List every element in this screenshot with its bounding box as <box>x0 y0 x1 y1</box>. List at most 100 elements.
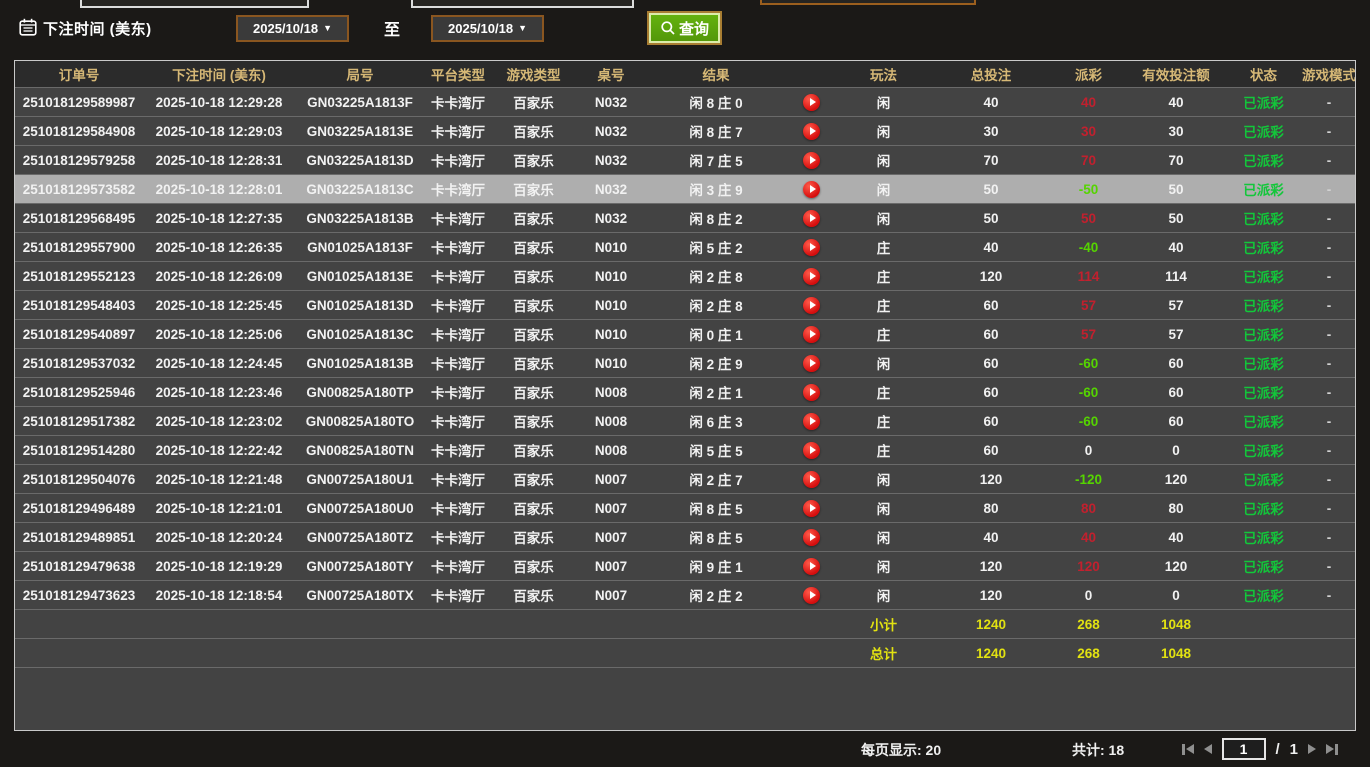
table-no-cell: N007 <box>576 552 646 581</box>
page-number-input[interactable]: 1 <box>1222 738 1266 760</box>
payout-cell: 40 <box>1051 523 1126 552</box>
table-row[interactable]: 251018129537032 2025-10-18 12:24:45 GN01… <box>15 349 1356 378</box>
replay-play-icon[interactable] <box>803 355 820 372</box>
date-to-select[interactable]: 2025/10/18 ▼ <box>431 15 544 42</box>
result-cell: 闲 8 庄 0 <box>646 88 786 117</box>
mode-cell: - <box>1301 407 1356 436</box>
next-page-button[interactable] <box>1308 744 1316 754</box>
replay-play-icon[interactable] <box>803 587 820 604</box>
table-row[interactable]: 251018129479638 2025-10-18 12:19:29 GN00… <box>15 552 1356 581</box>
status-cell: 已派彩 <box>1226 378 1301 407</box>
valid-bet-cell: 40 <box>1126 523 1226 552</box>
time-cell: 2025-10-18 12:25:06 <box>143 320 295 349</box>
table-row[interactable]: 251018129489851 2025-10-18 12:20:24 GN00… <box>15 523 1356 552</box>
replay-cell <box>786 117 836 146</box>
table-row[interactable]: 251018129504076 2025-10-18 12:21:48 GN00… <box>15 465 1356 494</box>
replay-play-icon[interactable] <box>803 500 820 517</box>
replay-play-icon[interactable] <box>803 239 820 256</box>
total-bet-cell: 50 <box>931 175 1051 204</box>
play-triangle <box>810 417 816 425</box>
result-cell: 闲 0 庄 1 <box>646 320 786 349</box>
replay-play-icon[interactable] <box>803 210 820 227</box>
status-cell: 已派彩 <box>1226 407 1301 436</box>
table-no-cell: N032 <box>576 204 646 233</box>
table-row[interactable]: 251018129514280 2025-10-18 12:22:42 GN00… <box>15 436 1356 465</box>
total-bet-cell: 30 <box>931 117 1051 146</box>
play-triangle <box>810 243 816 251</box>
replay-play-icon[interactable] <box>803 123 820 140</box>
replay-cell <box>786 494 836 523</box>
game-type-cell: 百家乐 <box>491 523 576 552</box>
table-row[interactable]: 251018129548403 2025-10-18 12:25:45 GN01… <box>15 291 1356 320</box>
total-bet-cell: 60 <box>931 349 1051 378</box>
total-bet-cell: 70 <box>931 146 1051 175</box>
replay-play-icon[interactable] <box>803 442 820 459</box>
replay-play-icon[interactable] <box>803 384 820 401</box>
total-bet-cell: 60 <box>931 320 1051 349</box>
valid-bet-cell: 57 <box>1126 320 1226 349</box>
table-row[interactable]: 251018129473623 2025-10-18 12:18:54 GN00… <box>15 581 1356 610</box>
table-row[interactable]: 251018129584908 2025-10-18 12:29:03 GN03… <box>15 117 1356 146</box>
first-page-button[interactable] <box>1182 744 1194 755</box>
platform-cell: 卡卡湾厅 <box>425 436 491 465</box>
order-cell: 251018129552123 <box>15 262 143 291</box>
last-page-button[interactable] <box>1326 744 1338 755</box>
replay-play-icon[interactable] <box>803 471 820 488</box>
time-cell: 2025-10-18 12:23:02 <box>143 407 295 436</box>
order-cell: 251018129479638 <box>15 552 143 581</box>
subtotal-bet: 1240 <box>931 610 1051 639</box>
replay-play-icon[interactable] <box>803 529 820 546</box>
replay-play-icon[interactable] <box>803 413 820 430</box>
platform-cell: 卡卡湾厅 <box>425 494 491 523</box>
replay-play-icon[interactable] <box>803 558 820 575</box>
payout-cell: 70 <box>1051 146 1126 175</box>
table-row[interactable]: 251018129573582 2025-10-18 12:28:01 GN03… <box>15 175 1356 204</box>
query-button[interactable]: 查询 <box>649 13 720 43</box>
replay-play-icon[interactable] <box>803 297 820 314</box>
payout-cell: 120 <box>1051 552 1126 581</box>
platform-cell: 卡卡湾厅 <box>425 581 491 610</box>
replay-play-icon[interactable] <box>803 94 820 111</box>
replay-cell <box>786 291 836 320</box>
replay-cell <box>786 233 836 262</box>
date-from-select[interactable]: 2025/10/18 ▼ <box>236 15 349 42</box>
play-type-cell: 庄 <box>836 262 931 291</box>
play-triangle <box>810 533 816 541</box>
col-payout: 派彩 <box>1051 61 1126 88</box>
replay-play-icon[interactable] <box>803 181 820 198</box>
replay-cell <box>786 523 836 552</box>
valid-bet-cell: 40 <box>1126 88 1226 117</box>
game-type-cell: 百家乐 <box>491 146 576 175</box>
round-cell: GN03225A1813D <box>295 146 425 175</box>
replay-play-icon[interactable] <box>803 326 820 343</box>
table-row[interactable]: 251018129496489 2025-10-18 12:21:01 GN00… <box>15 494 1356 523</box>
round-cell: GN01025A1813D <box>295 291 425 320</box>
table-row[interactable]: 251018129568495 2025-10-18 12:27:35 GN03… <box>15 204 1356 233</box>
col-total-bet: 总投注 <box>931 61 1051 88</box>
payout-cell: -50 <box>1051 175 1126 204</box>
payout-cell: 40 <box>1051 88 1126 117</box>
table-row[interactable]: 251018129540897 2025-10-18 12:25:06 GN01… <box>15 320 1356 349</box>
replay-play-icon[interactable] <box>803 268 820 285</box>
table-row[interactable]: 251018129517382 2025-10-18 12:23:02 GN00… <box>15 407 1356 436</box>
time-cell: 2025-10-18 12:22:42 <box>143 436 295 465</box>
mode-cell: - <box>1301 175 1356 204</box>
round-cell: GN00825A180TO <box>295 407 425 436</box>
result-cell: 闲 5 庄 2 <box>646 233 786 262</box>
result-cell: 闲 2 庄 2 <box>646 581 786 610</box>
order-cell: 251018129557900 <box>15 233 143 262</box>
play-triangle <box>810 214 816 222</box>
table-row[interactable]: 251018129557900 2025-10-18 12:26:35 GN01… <box>15 233 1356 262</box>
total-bet-cell: 120 <box>931 465 1051 494</box>
replay-play-icon[interactable] <box>803 152 820 169</box>
time-cell: 2025-10-18 12:18:54 <box>143 581 295 610</box>
subtotal-row: 小计 1240 268 1048 <box>15 610 1356 639</box>
table-row[interactable]: 251018129579258 2025-10-18 12:28:31 GN03… <box>15 146 1356 175</box>
prev-page-button[interactable] <box>1204 744 1212 754</box>
table-row[interactable]: 251018129552123 2025-10-18 12:26:09 GN01… <box>15 262 1356 291</box>
payout-cell: 30 <box>1051 117 1126 146</box>
table-row[interactable]: 251018129525946 2025-10-18 12:23:46 GN00… <box>15 378 1356 407</box>
table-row[interactable]: 251018129589987 2025-10-18 12:29:28 GN03… <box>15 88 1356 117</box>
status-cell: 已派彩 <box>1226 494 1301 523</box>
order-cell: 251018129496489 <box>15 494 143 523</box>
